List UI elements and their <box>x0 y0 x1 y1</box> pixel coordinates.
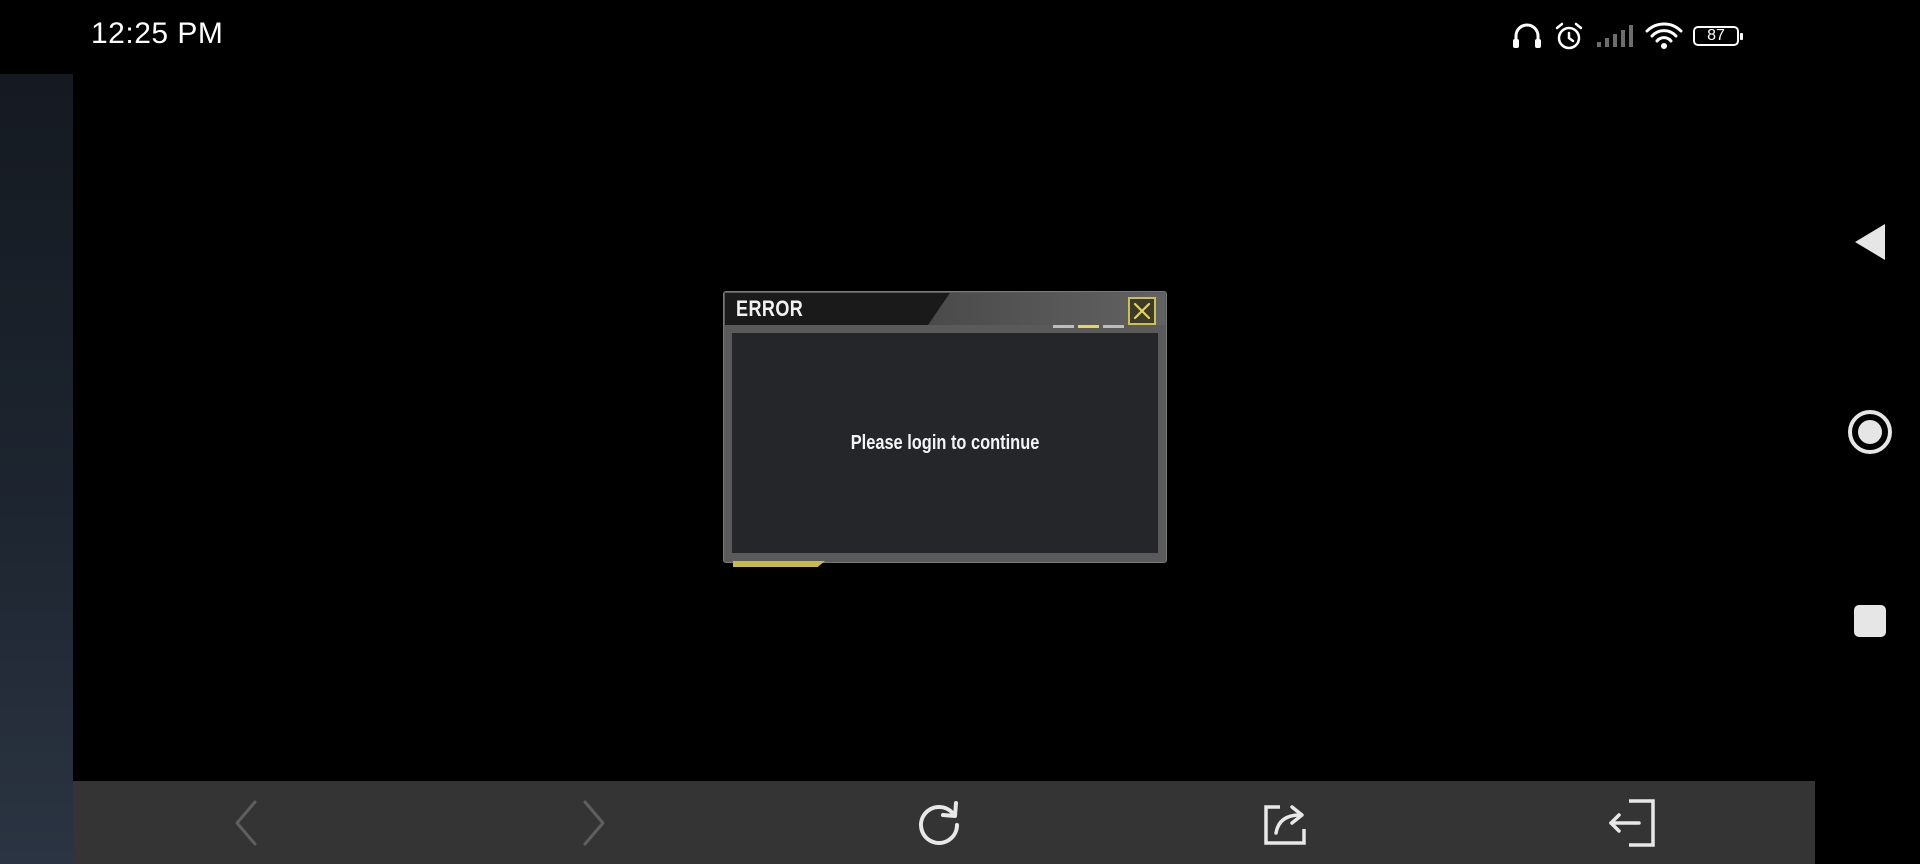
close-icon <box>1133 302 1151 320</box>
background-edge <box>0 72 73 864</box>
headphones-icon <box>1511 21 1543 51</box>
forward-icon <box>583 800 605 846</box>
status-bar: 12:25 PM 87 <box>0 0 1920 74</box>
dialog-body: Please login to continue <box>732 333 1158 553</box>
exit-button[interactable] <box>1603 795 1659 851</box>
battery-level: 87 <box>1707 27 1725 44</box>
alarm-icon <box>1553 21 1585 51</box>
stripe <box>1103 325 1124 328</box>
forward-button[interactable] <box>565 795 621 851</box>
share-icon <box>1264 805 1306 845</box>
back-icon <box>235 800 257 846</box>
signal-icon <box>1595 23 1635 49</box>
battery-icon: 87 <box>1693 26 1743 46</box>
refresh-icon <box>919 801 959 845</box>
refresh-button[interactable] <box>911 795 967 851</box>
status-time: 12:25 PM <box>91 17 224 50</box>
back-button[interactable] <box>219 795 275 851</box>
nav-home-button[interactable] <box>1845 407 1895 457</box>
dialog-tab-peek <box>733 561 825 567</box>
nav-back-button[interactable] <box>1845 217 1895 267</box>
dialog-message: Please login to continue <box>850 431 1040 454</box>
nav-recents-icon <box>1854 605 1886 637</box>
dialog-close-button[interactable] <box>1128 297 1156 325</box>
status-icons: 87 <box>1511 16 1743 56</box>
nav-home-icon <box>1848 410 1892 454</box>
dialog-stripes <box>1053 325 1124 328</box>
wifi-icon <box>1645 21 1683 51</box>
nav-recents-button[interactable] <box>1845 596 1895 646</box>
nav-back-icon <box>1855 224 1885 260</box>
stripe <box>1053 325 1074 328</box>
dialog-title: ERROR <box>736 296 804 321</box>
exit-icon <box>1609 799 1655 847</box>
share-button[interactable] <box>1258 795 1314 851</box>
stripe-accent <box>1078 325 1099 328</box>
error-dialog: ERROR Please login to continue <box>723 291 1167 567</box>
browser-toolbar <box>73 781 1815 864</box>
system-navigation <box>1815 74 1920 864</box>
